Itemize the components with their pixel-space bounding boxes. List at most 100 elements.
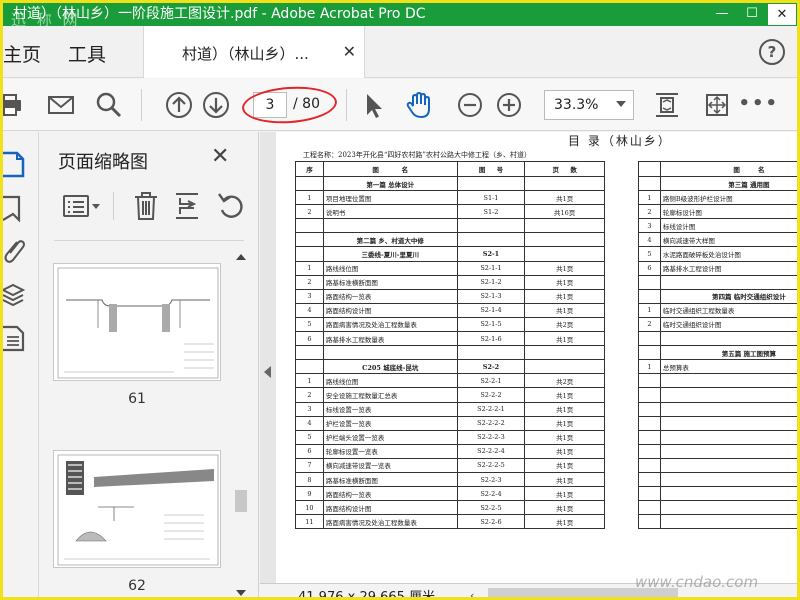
rotate-icon[interactable] xyxy=(216,190,244,222)
close-panel-icon[interactable]: ✕ xyxy=(211,144,229,169)
drawing-code: S2-2-6 xyxy=(456,514,526,530)
drawing-code: S2-2-2-3 xyxy=(456,429,526,445)
row-number: 9 xyxy=(295,486,324,502)
drawing-name: 路侧B级波形护栏设计图 xyxy=(659,190,797,206)
table-row: 2 路基标准横断面图 S2-1-2 共1页 xyxy=(295,274,605,290)
row-number: 5 xyxy=(295,316,324,333)
table-cell xyxy=(638,443,661,459)
drawing-code: S2-2-2 xyxy=(456,387,526,403)
toolbar-divider xyxy=(346,89,347,121)
bookmark-icon[interactable] xyxy=(3,194,27,222)
scroll-left-icon[interactable]: ‹ xyxy=(470,589,474,597)
page-count: 共1页 xyxy=(524,190,605,206)
title-bar: 村道）（林山乡）一阶段施工图设计.pdf - Adobe Acrobat Pro… xyxy=(3,3,797,29)
tab-bar: 主页 工具 村道）（林山乡）... ✕ ? xyxy=(3,26,797,78)
search-icon[interactable] xyxy=(95,91,123,119)
table-row xyxy=(638,415,797,431)
table-cell xyxy=(524,359,605,375)
zoom-out-icon[interactable] xyxy=(456,91,484,119)
thumbnail-scrollbar[interactable] xyxy=(231,250,249,597)
extract-icon[interactable] xyxy=(174,190,202,222)
print-icon[interactable] xyxy=(0,91,25,119)
row-number: 3 xyxy=(295,401,324,417)
drawing-name: 横向减速带设置一览表 xyxy=(322,457,458,473)
page-down-icon[interactable] xyxy=(202,91,230,119)
document-area[interactable]: 目 录（林山乡） 工程名称：2023年开化县“四好农村路”农村公路大中修工程（乡… xyxy=(260,132,797,597)
page-dimensions: 41.976 x 29.665 厘米 xyxy=(298,590,436,600)
page-up-icon[interactable] xyxy=(165,91,193,119)
collapse-panel-icon[interactable] xyxy=(264,366,271,378)
delete-icon[interactable] xyxy=(132,190,160,222)
table-row: 第五篇 施工图预算 xyxy=(638,345,797,361)
table-row: 4 横向减速带大样图 xyxy=(638,232,797,248)
table-row: 2 说明书 S1-2 共16页 xyxy=(295,204,605,220)
email-icon[interactable] xyxy=(47,91,75,119)
scroll-thumb[interactable] xyxy=(235,490,247,512)
table-row: 4 护栏设置一览表 S2-2-2-2 共1页 xyxy=(295,415,605,431)
table-cell xyxy=(638,387,661,403)
fit-page-icon[interactable] xyxy=(653,91,681,119)
drawing-name: 路基排水工程数量表 xyxy=(322,331,458,347)
tab-home[interactable]: 主页 xyxy=(3,40,41,67)
zoom-in-icon[interactable] xyxy=(495,91,523,119)
section-title: 第三篇 通用图 xyxy=(659,175,797,192)
table-row xyxy=(638,387,797,403)
panel-divider xyxy=(54,240,244,241)
content-icon[interactable] xyxy=(3,324,27,352)
zoom-select[interactable]: 33.3% xyxy=(544,90,634,120)
project-name: 工程名称：2023年开化县“四好农村路”农村公路大中修工程（乡、村道） xyxy=(303,151,531,159)
table-row xyxy=(638,429,797,445)
drawing-name: 护栏设置一览表 xyxy=(322,415,458,431)
subsection-title: C205 城底线-昆坑 xyxy=(322,359,458,375)
help-button[interactable]: ? xyxy=(759,39,785,65)
chevron-down-icon xyxy=(616,101,626,107)
close-tab-icon[interactable]: ✕ xyxy=(343,42,356,61)
table-cell xyxy=(456,232,526,248)
site-watermark: www.cndao.com xyxy=(635,573,759,591)
drawing-code: S2-2-1 xyxy=(456,373,526,389)
drawing-code: S2-1-3 xyxy=(456,288,526,304)
drawing-code: S2-2-4 xyxy=(456,486,526,502)
drawing-name: 安全设施工程数量汇总表 xyxy=(322,387,458,403)
attachment-icon[interactable] xyxy=(3,236,27,264)
tab-tools[interactable]: 工具 xyxy=(68,40,106,67)
toolbar-divider xyxy=(141,89,142,121)
tab-document[interactable]: 村道）（林山乡）... ✕ xyxy=(143,26,365,78)
page-count: 共1页 xyxy=(524,260,605,276)
scroll-down-icon[interactable] xyxy=(236,590,246,596)
table-cell xyxy=(638,401,661,417)
table-cell xyxy=(638,415,661,431)
thumbnail-page-62[interactable] xyxy=(53,450,221,568)
scroll-up-icon[interactable] xyxy=(236,254,246,260)
table-header: 图 名 xyxy=(638,161,797,177)
page-count: 共1页 xyxy=(524,471,605,488)
table-cell xyxy=(638,331,661,347)
close-window-button[interactable]: ✕ xyxy=(767,3,797,26)
table-cell xyxy=(659,401,797,417)
page-count: 共2页 xyxy=(524,316,605,333)
table-row: 9 路面结构一览表 S2-2-4 共1页 xyxy=(295,486,605,502)
maximize-button[interactable]: ☐ xyxy=(737,3,767,26)
thumbnail-drawing xyxy=(57,454,219,566)
thumbnail-page-61[interactable] xyxy=(53,263,221,381)
page-thumbnails-icon[interactable] xyxy=(3,150,27,178)
row-number: 7 xyxy=(295,457,324,473)
more-icon[interactable]: ••• xyxy=(738,93,779,114)
layers-icon[interactable] xyxy=(3,280,27,308)
page-count: 共1页 xyxy=(524,401,605,417)
full-screen-icon[interactable] xyxy=(703,91,731,119)
page-count: 共1页 xyxy=(524,443,605,459)
page-count: 共16页 xyxy=(524,204,605,220)
row-number: 1 xyxy=(638,190,661,206)
select-cursor-icon[interactable] xyxy=(361,91,389,119)
options-icon[interactable] xyxy=(62,190,102,222)
drawing-name: 横向减速带大样图 xyxy=(659,232,797,248)
hand-tool-icon[interactable] xyxy=(405,91,433,119)
page-heading: 目 录（林山乡） xyxy=(568,134,672,148)
table-row: 6 路基排水工程数量表 S2-1-6 共1页 xyxy=(295,331,605,347)
table-cell xyxy=(659,457,797,473)
minimize-button[interactable]: — xyxy=(707,3,737,26)
table-row: 1 路线线位图 S2-1-1 共1页 xyxy=(295,260,605,276)
drawing-code: S2-1-4 xyxy=(456,302,526,318)
table-row: 7 横向减速带设置一览表 S2-2-2-5 共1页 xyxy=(295,457,605,473)
